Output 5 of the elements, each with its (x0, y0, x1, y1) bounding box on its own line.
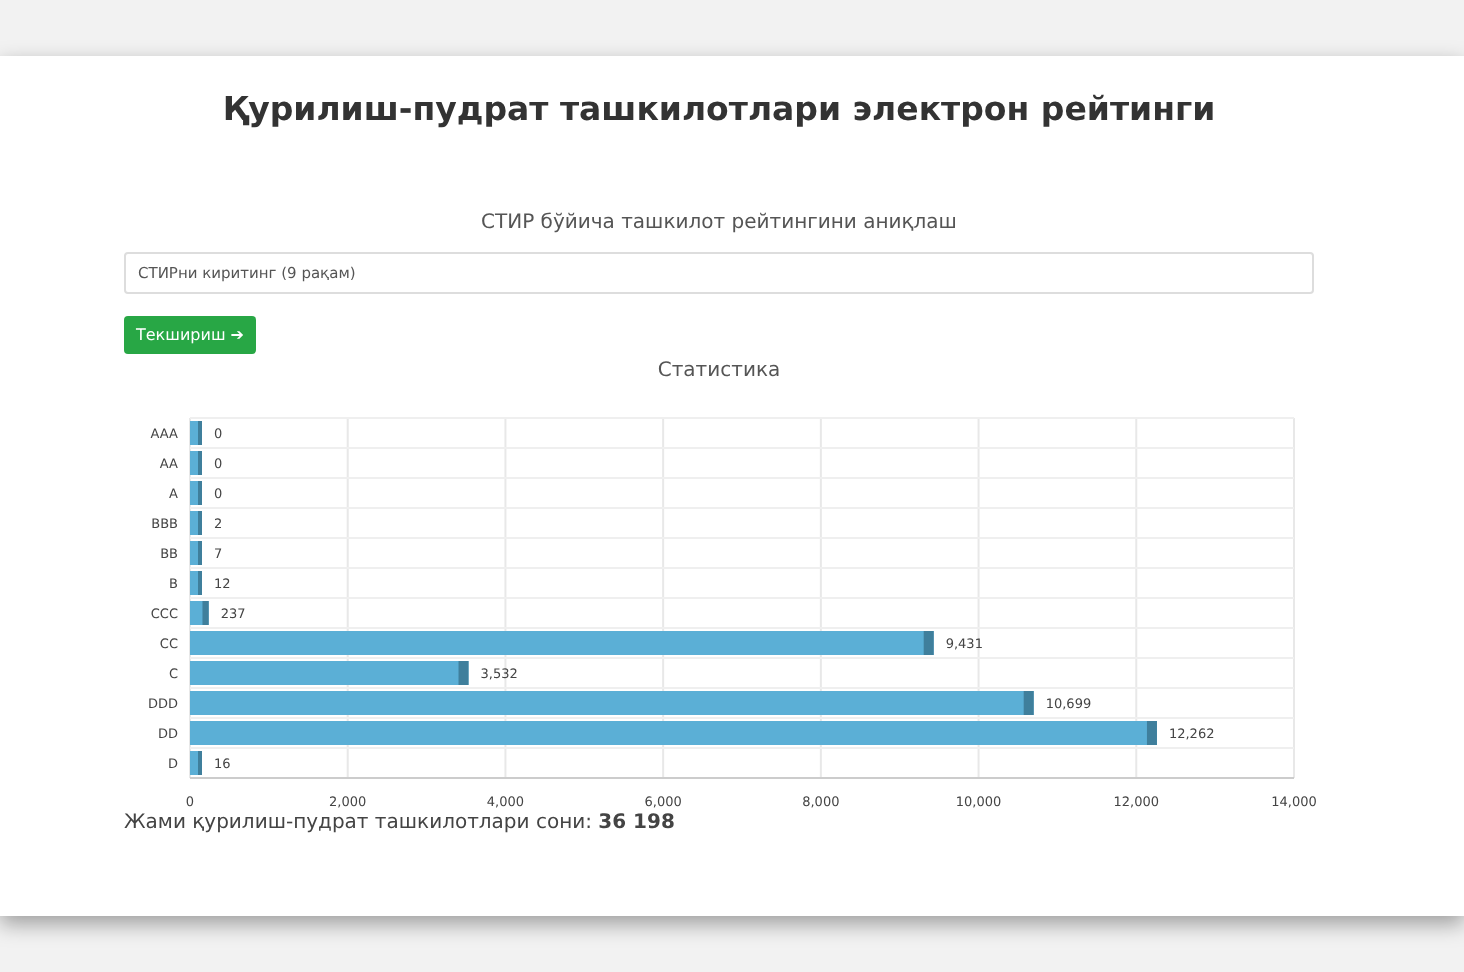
search-heading: СТИР бўйича ташкилот рейтингини аниқлаш (481, 212, 957, 234)
statistics-heading: Статистика (657, 360, 781, 382)
page-title: Қурилиш-пудрат ташкилотлари электрон рейтинги (222, 90, 1216, 128)
total-count-text: Жами қурилиш-пудрат ташкилотлари сони: 36 198 (124, 812, 675, 834)
check-button[interactable]: Текшириш ➔ (124, 316, 257, 354)
